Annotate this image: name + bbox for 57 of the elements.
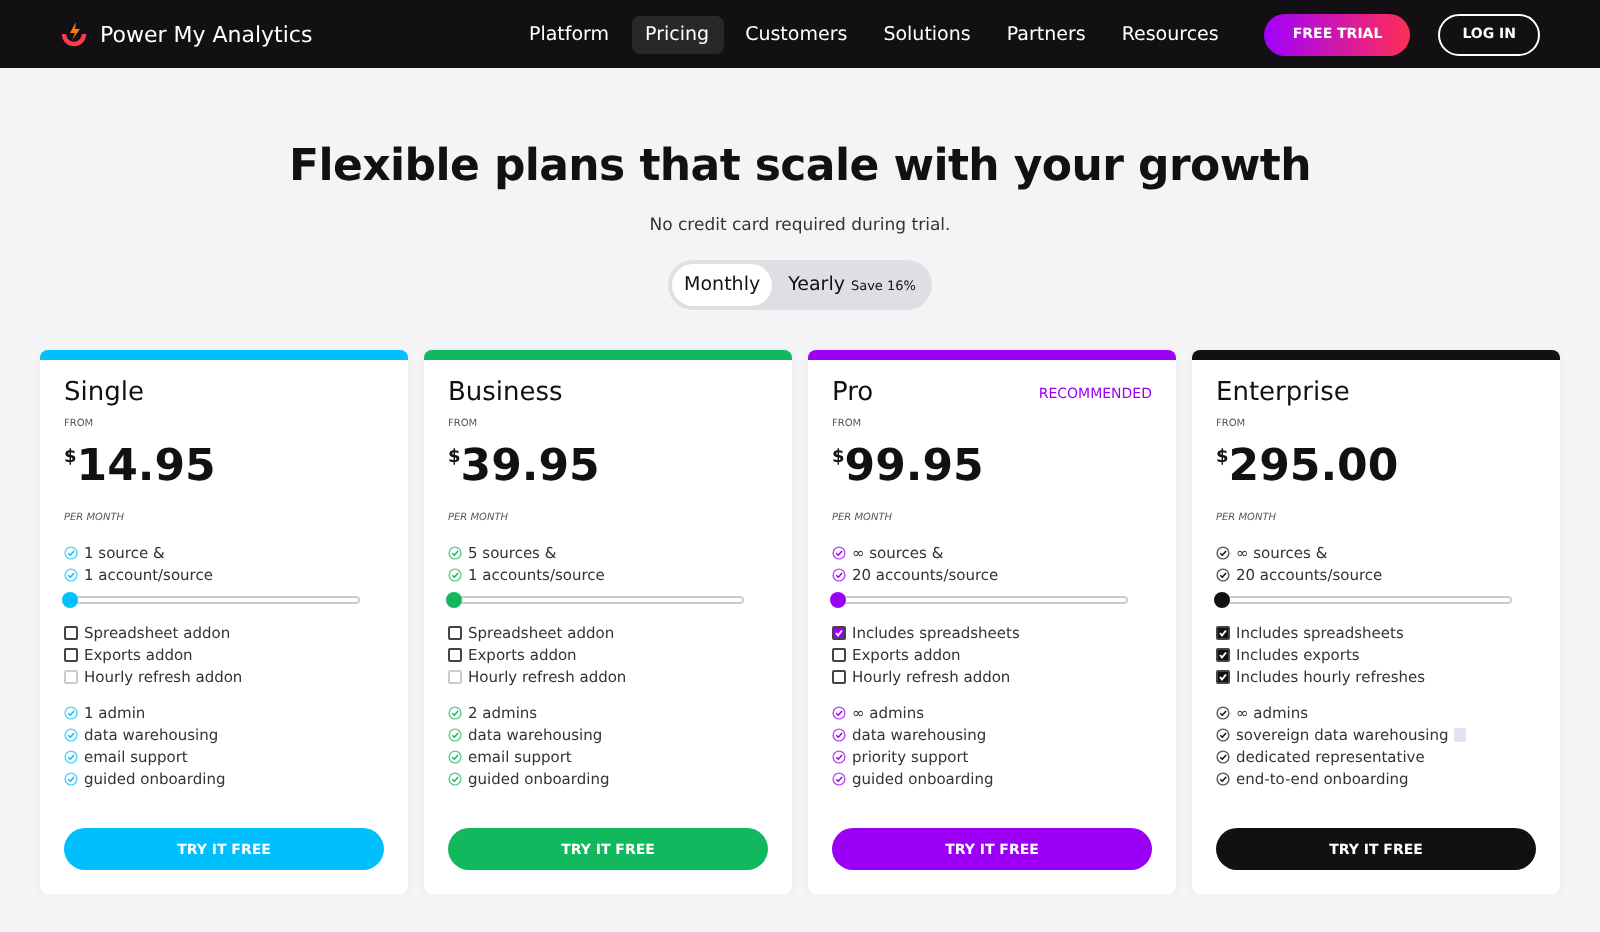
check-icon [832,771,846,785]
checkbox[interactable] [64,647,78,661]
plan-name: Single [64,378,144,408]
plan-name: Pro [832,378,874,408]
check-icon [1216,705,1230,719]
nav-link[interactable]: Pricing [631,15,724,53]
check-icon [448,567,462,581]
plan-name: Enterprise [1216,378,1350,408]
check-icon [1216,727,1230,741]
check-icon [832,567,846,581]
slider-handle[interactable] [830,592,846,608]
check-icon [64,749,78,763]
page-heading: Flexible plans that scale with your growth [289,142,1311,192]
check-icon [448,727,462,741]
check-icon [64,545,78,559]
logo-icon [60,20,88,48]
slider-handle[interactable] [446,592,462,608]
checkbox[interactable] [448,647,462,661]
check-icon [64,567,78,581]
plan-price: $295.00 [1216,442,1401,492]
check-icon [832,545,846,559]
plan-name: Business [448,378,563,408]
plan-price: $14.95 [64,442,218,492]
check-icon [1216,749,1230,763]
checkbox[interactable] [64,625,78,639]
checkbox[interactable] [832,669,846,683]
checkbox[interactable] [1216,647,1230,661]
checkbox[interactable] [832,625,846,639]
check-icon [64,705,78,719]
check-icon [832,727,846,741]
slider-handle[interactable] [1214,592,1230,608]
checkbox[interactable] [1216,669,1230,683]
nav-link[interactable]: Partners [992,15,1100,53]
brand-name: Power My Analytics [100,21,313,47]
page-subheading: No credit card required during trial. [649,216,951,236]
check-icon [64,771,78,785]
checkbox[interactable] [448,625,462,639]
plan-price: $99.95 [832,442,986,492]
billing-option[interactable]: Monthly [672,264,773,306]
nav-link[interactable]: Solutions [869,15,985,53]
check-icon [832,749,846,763]
check-icon [1216,771,1230,785]
check-icon [64,727,78,741]
nav-link[interactable]: Resources [1107,15,1233,53]
checkbox[interactable] [1216,625,1230,639]
check-icon [1216,545,1230,559]
nav-link[interactable]: Platform [514,15,624,53]
check-icon [448,749,462,763]
check-icon [448,545,462,559]
slider-handle[interactable] [62,592,78,608]
check-icon [448,771,462,785]
check-icon [832,705,846,719]
check-icon [1216,567,1230,581]
nav-link[interactable]: Customers [731,15,862,53]
check-icon [448,705,462,719]
plan-price: $39.95 [448,442,602,492]
checkbox[interactable] [832,647,846,661]
